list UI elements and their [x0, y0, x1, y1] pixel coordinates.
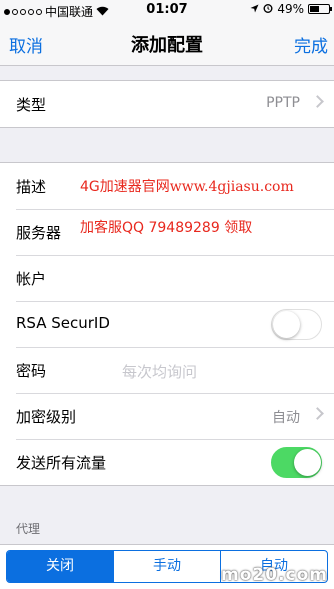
status-bar: 中国联通 01:07 49%	[0, 0, 334, 20]
account-label: 帐户	[16, 270, 47, 288]
rsa-securid-label: RSA SecurID	[16, 314, 110, 332]
description-label: 描述	[16, 178, 47, 196]
send-all-traffic-label: 发送所有流量	[16, 454, 107, 472]
password-row[interactable]: 密码 每次均询问	[0, 347, 334, 393]
send-all-traffic-toggle[interactable]	[271, 447, 322, 478]
encryption-level-row[interactable]: 加密级别 自动	[0, 393, 334, 439]
promo-line-2: 加客服QQ 79489289 领取	[80, 220, 253, 236]
rsa-securid-row: RSA SecurID	[0, 301, 334, 347]
watermark-logo: mo20.com	[221, 565, 328, 585]
proxy-option-off[interactable]: 关闭	[7, 551, 113, 582]
proxy-section-label: 代理	[16, 522, 41, 536]
rsa-securid-toggle[interactable]	[271, 309, 322, 340]
battery-percent: 49%	[277, 2, 304, 16]
done-button[interactable]: 完成	[294, 32, 328, 57]
alarm-icon	[263, 2, 273, 16]
toggle-knob	[294, 449, 321, 476]
encryption-level-value: 自动	[272, 410, 300, 426]
type-label: 类型	[16, 96, 47, 114]
encryption-level-label: 加密级别	[16, 408, 77, 426]
type-row[interactable]: 类型 PPTP	[0, 81, 334, 127]
type-value: PPTP	[266, 95, 300, 111]
chevron-right-icon	[311, 95, 324, 108]
proxy-option-manual[interactable]: 手动	[113, 551, 220, 582]
chevron-right-icon	[311, 407, 324, 420]
password-placeholder: 每次均询问	[122, 363, 198, 381]
type-group: 类型 PPTP	[0, 80, 334, 128]
battery-fill	[310, 6, 319, 12]
location-arrow-icon	[250, 2, 259, 16]
promo-url: www.4gjiasu.com	[169, 179, 294, 195]
battery-icon	[308, 4, 332, 14]
promo-line-1: 4G加速器官网www.4gjiasu.com	[80, 176, 294, 196]
toggle-knob	[273, 311, 300, 338]
page-title: 添加配置	[131, 35, 203, 56]
navigation-bar: 取消 添加配置 完成	[0, 20, 334, 66]
account-row[interactable]: 帐户	[0, 255, 334, 301]
server-label: 服务器	[16, 224, 62, 242]
status-right: 49%	[250, 2, 332, 16]
vpn-settings-group: 描述 服务器 帐户 RSA SecurID 密码 每次均询问 加密级别 自动 发…	[0, 162, 334, 486]
promo-prefix: 4G加速器官网	[80, 179, 170, 195]
password-label: 密码	[16, 362, 47, 380]
send-all-traffic-row: 发送所有流量	[0, 439, 334, 485]
